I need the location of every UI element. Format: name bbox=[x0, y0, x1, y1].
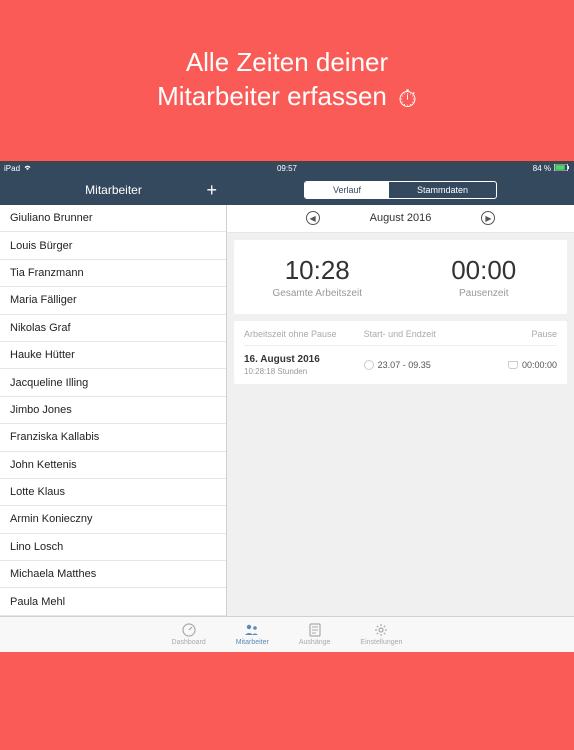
tab-dashboard[interactable]: Dashboard bbox=[172, 622, 206, 646]
list-item[interactable]: Tia Franzmann bbox=[0, 260, 226, 287]
prev-month-button[interactable]: ◀ bbox=[306, 211, 320, 225]
list-item[interactable]: Hauke Hütter bbox=[0, 342, 226, 369]
entry-date: 16. August 2016 bbox=[244, 354, 364, 365]
list-item[interactable]: Lino Losch bbox=[0, 534, 226, 561]
sidebar-header: Mitarbeiter + bbox=[0, 175, 227, 205]
tab-einstellungen[interactable]: Einstellungen bbox=[360, 622, 402, 646]
clock-icon bbox=[364, 360, 374, 370]
tab-stammdaten[interactable]: Stammdaten bbox=[389, 182, 496, 198]
entry-hours: 10:28:18 Stunden bbox=[244, 367, 364, 376]
list-item[interactable]: Maria Fälliger bbox=[0, 287, 226, 314]
col-header-pause: Pause bbox=[474, 329, 557, 339]
tab-verlauf[interactable]: Verlauf bbox=[305, 182, 389, 198]
tab-mitarbeiter[interactable]: Mitarbeiter bbox=[236, 622, 269, 646]
total-worktime-value: 10:28 bbox=[285, 255, 350, 286]
hero-title: Alle Zeiten deiner Mitarbeiter erfassen … bbox=[157, 46, 417, 115]
people-icon bbox=[244, 622, 260, 638]
time-entry-row[interactable]: 16. August 2016 10:28:18 Stunden 23.07 -… bbox=[244, 346, 557, 376]
pause-time-label: Pausenzeit bbox=[459, 288, 508, 299]
hero-bottom bbox=[0, 652, 574, 750]
detail-pane: ◀ August 2016 ▶ 10:28 Gesamte Arbeitszei… bbox=[227, 205, 574, 616]
gear-icon bbox=[373, 622, 389, 638]
hero-banner: Alle Zeiten deiner Mitarbeiter erfassen … bbox=[0, 0, 574, 161]
nav-bar: Mitarbeiter + Verlauf Stammdaten bbox=[0, 175, 574, 205]
pause-time-value: 00:00 bbox=[451, 255, 516, 286]
list-item[interactable]: Giuliano Brunner bbox=[0, 205, 226, 232]
status-time: 09:57 bbox=[277, 164, 297, 173]
list-item[interactable]: Jacqueline Illing bbox=[0, 369, 226, 396]
status-bar: iPad 09:57 84 % bbox=[0, 163, 574, 175]
wifi-icon bbox=[23, 164, 32, 173]
total-worktime-label: Gesamte Arbeitszeit bbox=[273, 288, 362, 299]
list-item[interactable]: Nikolas Graf bbox=[0, 315, 226, 342]
document-icon bbox=[307, 622, 323, 638]
list-item[interactable]: Armin Konieczny bbox=[0, 506, 226, 533]
list-item[interactable]: Louis Bürger bbox=[0, 232, 226, 259]
month-label: August 2016 bbox=[370, 212, 432, 224]
tab-aushange[interactable]: Aushänge bbox=[299, 622, 331, 646]
list-item[interactable]: Jimbo Jones bbox=[0, 397, 226, 424]
cup-icon bbox=[508, 361, 518, 369]
battery-text: 84 % bbox=[533, 164, 551, 173]
col-header-worktime: Arbeitszeit ohne Pause bbox=[244, 329, 364, 339]
gauge-icon bbox=[181, 622, 197, 638]
time-entries-card: Arbeitszeit ohne Pause Start- und Endzei… bbox=[234, 321, 567, 384]
list-item[interactable]: John Kettenis bbox=[0, 452, 226, 479]
segmented-control: Verlauf Stammdaten bbox=[304, 181, 497, 199]
stopwatch-icon: ⏱ bbox=[398, 86, 417, 113]
device-frame: iPad 09:57 84 % Mitarbeiter + Verlauf St… bbox=[0, 161, 574, 652]
entry-range: 23.07 - 09.35 bbox=[378, 360, 431, 370]
battery-icon bbox=[554, 164, 570, 173]
list-item[interactable]: Michaela Matthes bbox=[0, 561, 226, 588]
employee-list[interactable]: Giuliano BrunnerLouis BürgerTia Franzman… bbox=[0, 205, 227, 616]
list-item[interactable]: Franziska Kallabis bbox=[0, 424, 226, 451]
entry-pause: 00:00:00 bbox=[522, 360, 557, 370]
summary-card: 10:28 Gesamte Arbeitszeit 00:00 Pausenze… bbox=[234, 240, 567, 314]
tab-bar: Dashboard Mitarbeiter Aushänge Einstellu… bbox=[0, 616, 574, 652]
sidebar-title: Mitarbeiter bbox=[85, 183, 142, 197]
list-item[interactable]: Lotte Klaus bbox=[0, 479, 226, 506]
month-navigator: ◀ August 2016 ▶ bbox=[227, 205, 574, 233]
col-header-startend: Start- und Endzeit bbox=[364, 329, 474, 339]
device-label: iPad bbox=[4, 164, 20, 173]
add-employee-button[interactable]: + bbox=[206, 181, 217, 199]
next-month-button[interactable]: ▶ bbox=[481, 211, 495, 225]
list-item[interactable]: Paula Mehl bbox=[0, 588, 226, 615]
